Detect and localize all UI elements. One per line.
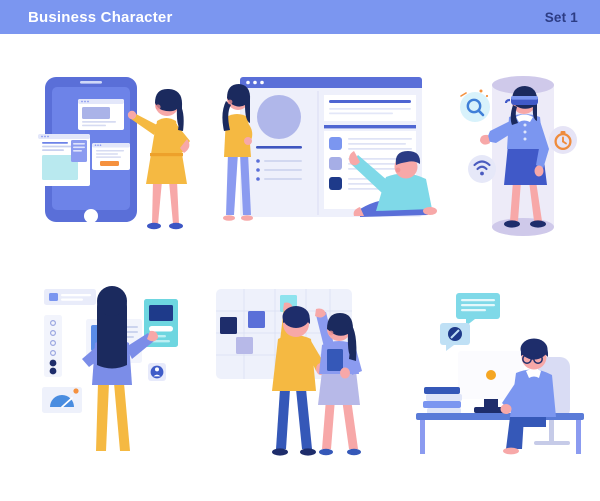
- badge-stopwatch[interactable]: [549, 126, 577, 154]
- illustration-grid: [0, 34, 600, 501]
- scene-web-dashboard: [210, 69, 450, 249]
- app-card-text[interactable]: [38, 134, 90, 186]
- profile-avatar: [257, 95, 301, 139]
- app-card-button[interactable]: [92, 143, 130, 170]
- page-title: Business Character: [28, 8, 173, 26]
- character-woman-analyst: [222, 84, 253, 221]
- content-heading-bar: [329, 100, 411, 103]
- app-card-image[interactable]: [78, 99, 124, 130]
- scene-ui-interaction: [38, 279, 198, 459]
- smartphone-home-button[interactable]: [84, 209, 98, 223]
- ui-interaction-illustration: [42, 286, 178, 451]
- scene-vr-experience: [450, 69, 595, 254]
- tablet[interactable]: [327, 349, 343, 371]
- card-slider[interactable]: [44, 315, 62, 377]
- remote-work-illustration: [416, 293, 584, 455]
- status-swatch-1[interactable]: [329, 137, 342, 150]
- planning-board-illustration: [216, 289, 362, 456]
- character-woman-colleague: [315, 308, 362, 456]
- web-dashboard-illustration: [222, 77, 437, 221]
- character-woman-presenter: [127, 88, 190, 230]
- chat-bubble-text[interactable]: [456, 293, 500, 326]
- badge-wifi[interactable]: [468, 155, 496, 183]
- badge-search[interactable]: [460, 89, 490, 123]
- sticky-note-navy[interactable]: [220, 317, 237, 334]
- status-swatch-3[interactable]: [329, 177, 342, 190]
- scene-planning-board: [198, 279, 398, 459]
- browser-dot-2: [253, 80, 257, 85]
- header-banner: Business Character Set 1: [0, 0, 600, 34]
- shoe-left: [504, 220, 520, 228]
- browser-dot-1: [246, 80, 250, 85]
- section-divider-bar: [324, 125, 416, 129]
- card-gauge[interactable]: [42, 387, 82, 413]
- badge-profile[interactable]: [148, 363, 166, 381]
- set-label: Set 1: [544, 9, 578, 25]
- scene-mobile-app: [30, 69, 210, 249]
- browser-dot-3: [260, 80, 264, 85]
- chat-bubble-blocked[interactable]: [440, 323, 470, 351]
- sticky-note-blue[interactable]: [248, 311, 265, 328]
- desk: [416, 413, 584, 454]
- shoe-right: [530, 220, 546, 228]
- skirt: [318, 371, 360, 405]
- status-swatch-2[interactable]: [329, 157, 342, 170]
- smartphone-speaker: [80, 81, 102, 84]
- scene-remote-work: [410, 279, 595, 459]
- profile-name-line: [256, 146, 302, 149]
- monitor-logo: [486, 370, 496, 380]
- card-search[interactable]: [44, 289, 96, 305]
- sticky-note-lavender[interactable]: [236, 337, 253, 354]
- book-stack: [423, 387, 462, 414]
- vr-experience-illustration: [460, 76, 577, 236]
- mobile-app-illustration: [38, 77, 190, 230]
